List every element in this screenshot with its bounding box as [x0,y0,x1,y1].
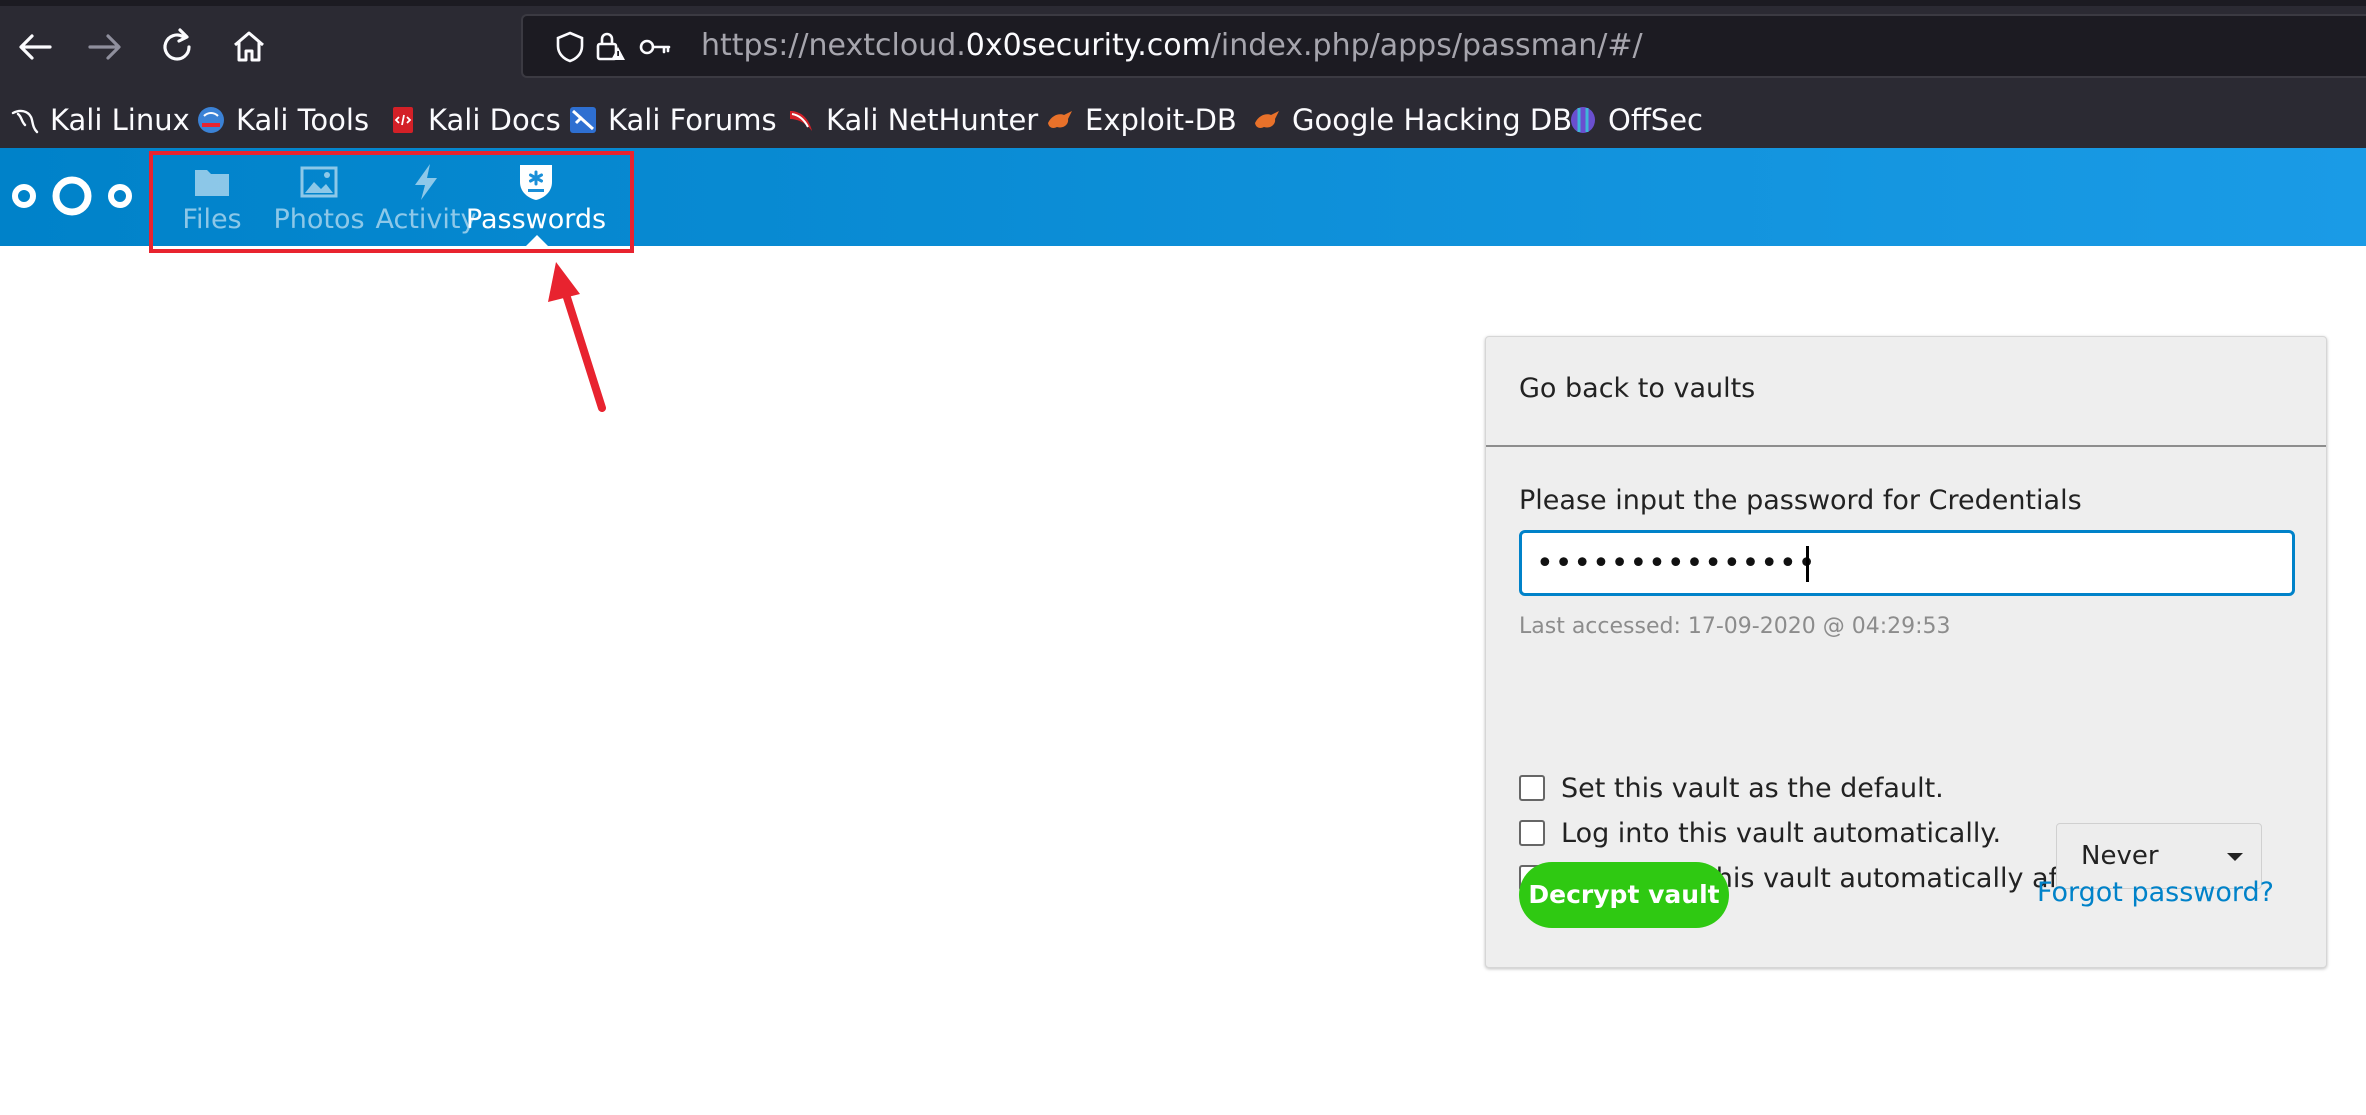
shield-icon[interactable] [553,30,587,64]
browser-toolbar: https://nextcloud.0x0security.com/index.… [0,0,2366,92]
bookmark-kali-forums[interactable]: Kali Forums [568,92,777,148]
nextcloud-logo-icon[interactable] [10,174,135,218]
bookmark-kali-tools[interactable]: Kali Tools [196,92,369,148]
bookmarks-bar: Kali Linux Kali Tools Kali Docs Kali For… [0,92,2366,149]
bookmark-exploit-db[interactable]: Exploit-DB [1045,92,1237,148]
bookmark-offsec[interactable]: OffSec [1568,92,1703,148]
offsec-icon [1571,107,1595,133]
url-host: 0x0security.com [965,28,1211,63]
select-value: Never [2081,841,2159,871]
back-arrow-icon[interactable] [10,22,60,72]
nethunter-icon [790,111,812,131]
exploit-db-icon [1048,111,1072,128]
text-cursor [1806,546,1809,582]
bookmark-label: Google Hacking DB [1292,103,1573,137]
bookmark-label: Kali Tools [236,103,370,137]
tab-strip-edge [0,0,2366,6]
bookmark-label: Kali NetHunter [826,103,1039,137]
url-path: /index.php/apps/passman/#/ [1210,28,1643,63]
lock-warning-icon[interactable] [593,30,627,64]
bookmark-label: OffSec [1608,103,1704,137]
bookmark-label: Exploit-DB [1085,103,1237,137]
decrypt-vault-button[interactable]: Decrypt vault [1519,862,1729,928]
auto-login-checkbox[interactable] [1519,820,1545,846]
ghdb-icon [1255,111,1279,128]
kali-docs-icon [393,107,413,133]
annotation-highlight-box [149,151,634,253]
bookmark-google-hacking-db[interactable]: Google Hacking DB [1252,92,1572,148]
vault-password-input[interactable] [1519,530,2295,596]
kali-dragon-icon [11,109,39,134]
bookmark-kali-docs[interactable]: Kali Docs [388,92,561,148]
bookmark-kali-linux[interactable]: Kali Linux [10,92,190,148]
forgot-password-link[interactable]: Forgot password? [2037,877,2274,908]
reload-icon[interactable] [152,22,202,72]
forward-arrow-icon[interactable] [80,22,130,72]
key-icon[interactable] [638,30,672,64]
option-label: Set this vault as the default. [1561,772,1944,804]
bookmark-kali-nethunter[interactable]: Kali NetHunter [786,92,1038,148]
home-icon[interactable] [224,22,274,72]
chevron-down-icon [2227,853,2243,861]
vault-unlock-panel: Go back to vaults Please input the passw… [1485,336,2327,968]
back-to-vaults-link[interactable]: Go back to vaults [1519,373,1755,404]
url-scheme-prefix: https://nextcloud. [701,28,966,63]
bookmark-label: Kali Linux [50,103,190,137]
last-accessed-text: Last accessed: 17-09-2020 @ 04:29:53 [1519,614,1951,639]
kali-tools-icon [198,107,224,133]
url-text[interactable]: https://nextcloud.0x0security.com/index.… [701,28,1643,63]
panel-header: Go back to vaults [1486,337,2326,447]
kali-forums-icon [570,107,596,133]
option-default-vault[interactable]: Set this vault as the default. [1519,771,1944,805]
annotation-arrow-icon [548,262,606,412]
default-vault-checkbox[interactable] [1519,775,1545,801]
bookmark-label: Kali Forums [608,103,777,137]
bookmark-label: Kali Docs [428,103,561,137]
address-bar[interactable]: https://nextcloud.0x0security.com/index.… [521,14,2366,78]
option-label: Log into this vault automatically. [1561,817,2002,849]
option-auto-login[interactable]: Log into this vault automatically. [1519,816,2001,850]
password-prompt: Please input the password for Credential… [1519,485,2082,516]
